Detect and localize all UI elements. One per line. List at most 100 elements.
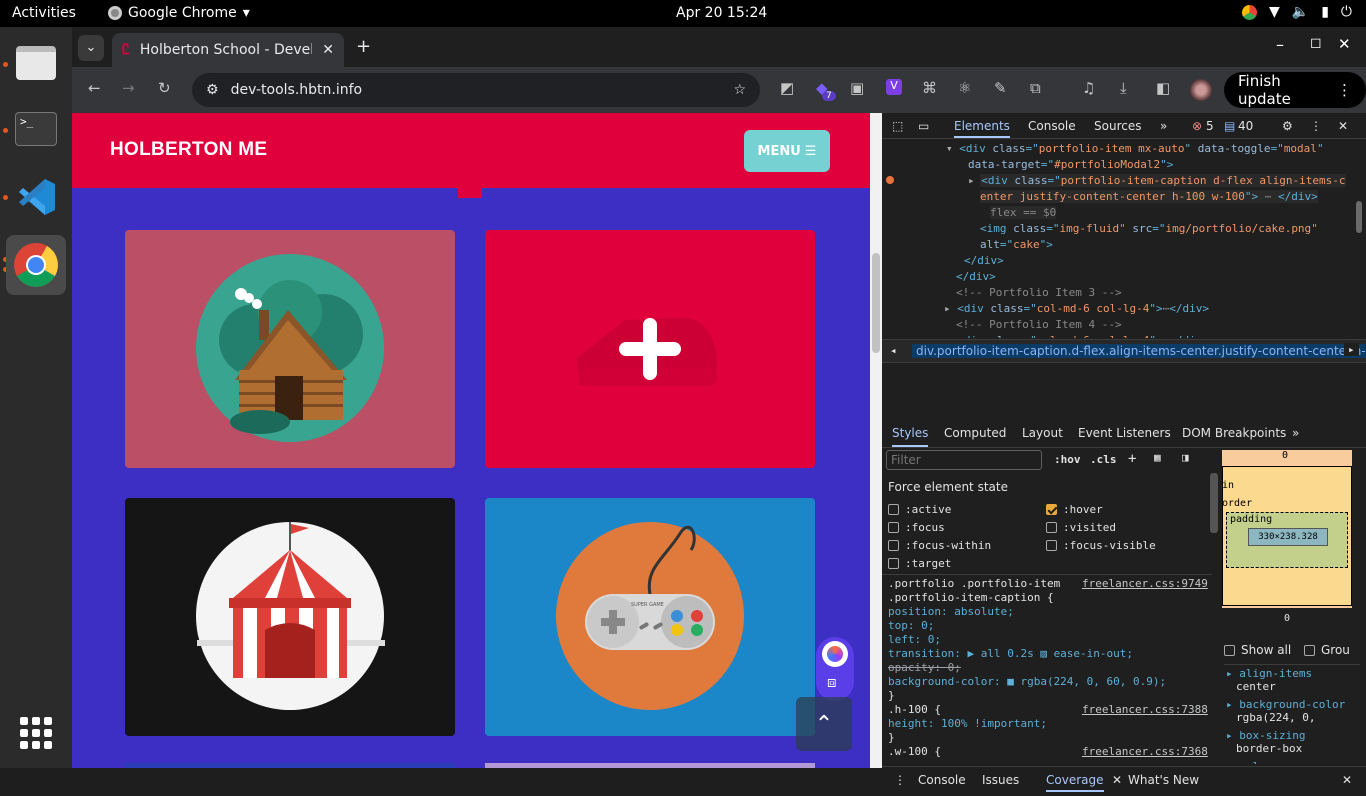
state-active[interactable]: :active xyxy=(888,503,951,516)
error-icon[interactable]: ⊗ xyxy=(1192,119,1202,133)
page-scrollbar[interactable] xyxy=(870,113,882,768)
chrome-tray-icon[interactable] xyxy=(1241,4,1257,20)
state-focus-within[interactable]: :focus-within xyxy=(888,539,991,552)
menu-button[interactable]: MENU ☰ xyxy=(744,130,830,172)
close-devtools-icon[interactable]: ✕ xyxy=(1338,119,1348,133)
vscode-app-icon[interactable] xyxy=(6,167,66,227)
portfolio-item-game[interactable]: SUPER GAME xyxy=(485,498,815,736)
styles-scrollbar[interactable] xyxy=(1210,473,1218,533)
tab-elements[interactable]: Elements xyxy=(954,119,1010,138)
page-scrollbar-thumb[interactable] xyxy=(872,253,880,353)
side-panel-icon[interactable]: ◧ xyxy=(1156,79,1170,97)
drawer-tab-whats-new[interactable]: What's New xyxy=(1128,773,1199,787)
address-bar[interactable]: ⚙ dev-tools.hbtn.info ☆ xyxy=(192,73,760,107)
state-visited[interactable]: :visited xyxy=(1046,521,1116,534)
styles-rules[interactable]: .portfolio .portfolio-item freelancer.css… xyxy=(882,574,1212,766)
group-checkbox[interactable]: Grou xyxy=(1304,643,1350,657)
tab-styles[interactable]: Styles xyxy=(892,426,929,447)
close-coverage-icon[interactable]: ✕ xyxy=(1112,773,1122,787)
computed-property[interactable]: ▸ color xyxy=(1226,760,1272,764)
code-line[interactable]: <!-- Portfolio Item 4 --> xyxy=(956,318,1122,331)
code-line[interactable]: ▾ <div class="portfolio-item mx-auto" da… xyxy=(946,142,1324,155)
code-line[interactable]: alt="cake"> xyxy=(980,238,1053,251)
computed-property[interactable]: ▸ box-sizing border-box xyxy=(1226,729,1305,755)
download-icon[interactable]: ⤓ xyxy=(1120,79,1127,97)
drawer-tab-issues[interactable]: Issues xyxy=(982,773,1019,787)
tab-sources[interactable]: Sources xyxy=(1094,119,1141,133)
style-rule-line[interactable]: .portfolio-item-caption { xyxy=(888,591,1054,604)
portfolio-item-next[interactable] xyxy=(485,763,815,768)
device-toolbar-icon[interactable]: ▭ xyxy=(918,119,929,133)
style-rule-line[interactable]: transition: ▶ all 0.2s ▨ ease-in-out; xyxy=(888,647,1133,660)
media-queue-icon[interactable]: ♫ xyxy=(1082,79,1095,97)
tab-dom-breakpoints[interactable]: DOM Breakpoints xyxy=(1182,426,1286,440)
back-icon[interactable]: ← xyxy=(88,79,101,97)
close-tab-icon[interactable]: ✕ xyxy=(322,42,334,58)
elements-scrollbar[interactable] xyxy=(1356,201,1362,233)
system-tray[interactable]: ▼ 🔈 ▮ ⏻ xyxy=(1241,4,1352,20)
files-app-icon[interactable] xyxy=(6,33,66,93)
code-line[interactable]: ▸ <div class="col-md-6 col-lg-4">⋯</div> xyxy=(944,302,1209,315)
inspect-element-icon[interactable]: ⬚ xyxy=(892,119,903,133)
code-line[interactable]: flex == $0 xyxy=(990,206,1057,219)
code-line[interactable]: </div> xyxy=(956,270,996,283)
terminal-app-icon[interactable]: >_ xyxy=(6,99,66,159)
activities-button[interactable]: Activities xyxy=(12,5,76,21)
computed-sidebar-icon[interactable]: ◨ xyxy=(1182,451,1189,464)
tab-layout[interactable]: Layout xyxy=(1022,426,1063,440)
code-line[interactable]: <img class="img-fluid" src="img/portfoli… xyxy=(980,222,1318,235)
reload-icon[interactable]: ↻ xyxy=(158,79,171,97)
finish-update-button[interactable]: Finish update ⋮ xyxy=(1224,72,1366,108)
drawer-tab-console[interactable]: Console xyxy=(918,773,966,787)
tab-console[interactable]: Console xyxy=(1028,119,1076,133)
portfolio-item-next[interactable] xyxy=(125,763,455,768)
close-window-icon[interactable]: ✕ xyxy=(1338,35,1351,53)
style-rule-line[interactable]: .w-100 {freelancer.css:7368 xyxy=(888,745,1208,758)
screenshot-tool-icon[interactable]: ⧈ xyxy=(827,673,837,691)
message-icon[interactable]: ▤ xyxy=(1224,119,1235,133)
tab-computed[interactable]: Computed xyxy=(944,426,1006,440)
state-focus[interactable]: :focus xyxy=(888,521,945,534)
devtools-menu-icon[interactable]: ⋮ xyxy=(1310,119,1322,133)
code-line[interactable]: enter justify-content-center h-100 w-100… xyxy=(980,190,1318,203)
color-picker-icon[interactable]: ✎ xyxy=(994,79,1007,97)
computed-list[interactable]: ▸ align-items center ▸ background-color rgb… xyxy=(1224,664,1360,764)
code-line[interactable]: ▸ <div class="portfolio-item-caption d-f… xyxy=(968,174,1346,187)
tab-event-listeners[interactable]: Event Listeners xyxy=(1078,426,1171,440)
show-apps-icon[interactable] xyxy=(20,717,52,749)
style-rule-line[interactable]: .h-100 {freelancer.css:7388 xyxy=(888,703,1208,716)
app-menu[interactable]: Google Chrome ▾ xyxy=(108,5,250,21)
site-brand[interactable]: HOLBERTON ME xyxy=(110,139,267,161)
extension-3-icon[interactable]: ▣ xyxy=(850,79,864,97)
close-drawer-icon[interactable]: ✕ xyxy=(1342,773,1352,787)
settings-gear-icon[interactable]: ⚙ xyxy=(1282,119,1293,133)
tab-search-button[interactable]: ⌄ xyxy=(78,35,104,61)
minimize-icon[interactable]: – xyxy=(1276,35,1284,54)
crumb-left-icon[interactable]: ◂ xyxy=(890,344,897,357)
drawer-tab-coverage[interactable]: Coverage xyxy=(1046,773,1104,792)
profile-avatar[interactable] xyxy=(1190,79,1212,101)
more-tabs-icon[interactable]: » xyxy=(1160,119,1167,133)
extensions-puzzle-icon[interactable]: ⧉ xyxy=(1030,79,1041,97)
hov-toggle[interactable]: :hov xyxy=(1054,453,1081,466)
more-style-tabs-icon[interactable]: » xyxy=(1292,426,1299,440)
extension-1-icon[interactable]: ◩ xyxy=(780,79,794,97)
site-info-icon[interactable]: ⚙ xyxy=(206,82,219,98)
extension-v-icon[interactable]: V xyxy=(886,79,902,95)
style-rule-line[interactable]: background-color: ■ rgba(224, 0, 60, 0.9… xyxy=(888,675,1166,688)
state-hover[interactable]: :hover xyxy=(1046,503,1103,516)
style-rule-line[interactable]: height: 100% !important; xyxy=(888,717,1047,730)
styles-filter-input[interactable] xyxy=(886,450,1042,470)
chrome-app-icon[interactable] xyxy=(6,235,66,295)
style-rule-line[interactable]: opacity: 0; xyxy=(888,661,961,674)
tab-holberton[interactable]: Ꮭ Holberton School - Devel ✕ xyxy=(112,33,344,67)
bookmark-star-icon[interactable]: ☆ xyxy=(733,82,746,98)
add-rule-icon[interactable]: + xyxy=(1128,451,1136,467)
assistant-orb-icon[interactable] xyxy=(822,641,848,667)
cls-toggle[interactable]: .cls xyxy=(1090,453,1117,466)
code-line[interactable]: </div> xyxy=(964,254,1004,267)
portfolio-item-cabin[interactable] xyxy=(125,230,455,468)
code-line[interactable]: ▸ <div class="col-md-6 col-lg-4">⋯</div> xyxy=(944,334,1209,338)
elements-tree[interactable]: ▾ <div class="portfolio-item mx-auto" da… xyxy=(882,140,1366,338)
drawer-menu-icon[interactable]: ⋮ xyxy=(894,773,906,787)
